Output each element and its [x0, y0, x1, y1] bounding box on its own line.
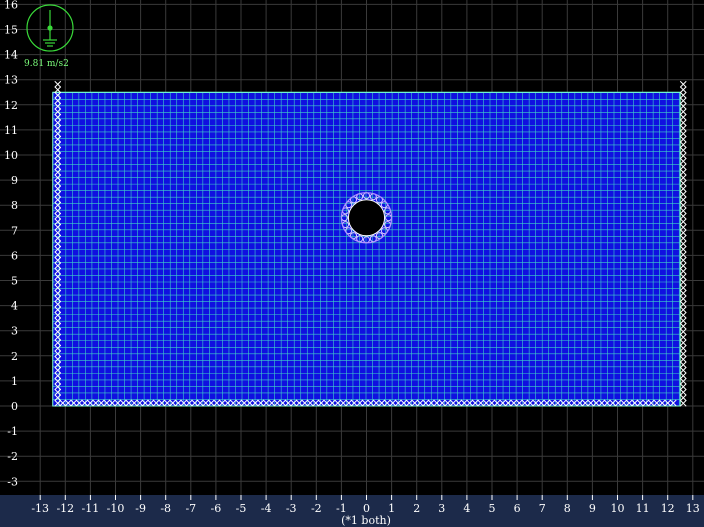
x-tick-label: 6 — [514, 502, 521, 515]
axis-units-label: (*1 both) — [341, 514, 391, 527]
x-tick-label: -8 — [160, 502, 171, 515]
x-tick-label: 13 — [686, 502, 700, 515]
y-tick-label: 4 — [11, 300, 18, 313]
x-axis-ticks: -13 -12 -11 -10 -9 -8 -7 -6 -5 -4 -3 -2 -1 0 1 2 3 4 5 6 7 8 9… — [31, 495, 700, 515]
model-viewport[interactable]: -13 -12 -11 -10 -9 -8 -7 -6 -5 -4 -3 -2 -1 0 1 2 3 4 5 6 7 8 9… — [0, 0, 704, 527]
x-tick-label: 8 — [564, 502, 571, 515]
x-tick-label: 10 — [611, 502, 625, 515]
y-tick-label: 12 — [4, 99, 18, 112]
x-tick-label: 7 — [539, 502, 546, 515]
y-tick-label: 11 — [4, 124, 18, 137]
x-tick-label: 9 — [589, 502, 596, 515]
x-tick-label: -12 — [56, 502, 74, 515]
tunnel-opening[interactable] — [340, 192, 393, 244]
y-tick-label: 5 — [11, 275, 18, 288]
x-tick-label: 5 — [489, 502, 496, 515]
x-tick-label: 11 — [636, 502, 650, 515]
model-canvas[interactable]: -13 -12 -11 -10 -9 -8 -7 -6 -5 -4 -3 -2 -1 0 1 2 3 4 5 6 7 8 9… — [0, 0, 704, 527]
y-tick-label: 6 — [11, 249, 18, 262]
y-tick-label: 14 — [4, 49, 18, 62]
gravity-value-label: 9.81 m/s2 — [24, 59, 69, 69]
x-tick-label: 4 — [463, 502, 470, 515]
y-tick-label: -2 — [7, 450, 18, 463]
y-tick-label: 0 — [11, 400, 18, 413]
y-tick-label: 13 — [4, 74, 18, 87]
x-tick-label: 12 — [661, 502, 675, 515]
x-tick-label: -5 — [236, 502, 247, 515]
x-tick-label: -4 — [261, 502, 272, 515]
y-tick-label: 9 — [11, 174, 18, 187]
x-tick-label: -3 — [286, 502, 297, 515]
y-tick-label: 10 — [4, 149, 18, 162]
y-tick-label: 7 — [11, 224, 18, 237]
x-tick-label: 2 — [413, 502, 420, 515]
y-tick-label: 3 — [11, 325, 18, 338]
x-tick-label: -2 — [311, 502, 322, 515]
y-tick-label: -3 — [7, 475, 18, 488]
x-tick-label: -13 — [31, 502, 49, 515]
x-tick-label: -10 — [107, 502, 125, 515]
y-tick-label: 2 — [11, 350, 18, 363]
x-tick-label: 3 — [438, 502, 445, 515]
x-tick-label: -11 — [82, 502, 100, 515]
x-tick-label: -6 — [211, 502, 222, 515]
x-tick-label: -9 — [135, 502, 146, 515]
y-tick-label: -1 — [7, 425, 18, 438]
y-tick-label: 15 — [4, 24, 18, 37]
y-tick-label: 16 — [4, 0, 18, 11]
y-tick-label: 1 — [11, 375, 18, 388]
x-tick-label: -7 — [185, 502, 196, 515]
y-tick-label: 8 — [11, 199, 18, 212]
